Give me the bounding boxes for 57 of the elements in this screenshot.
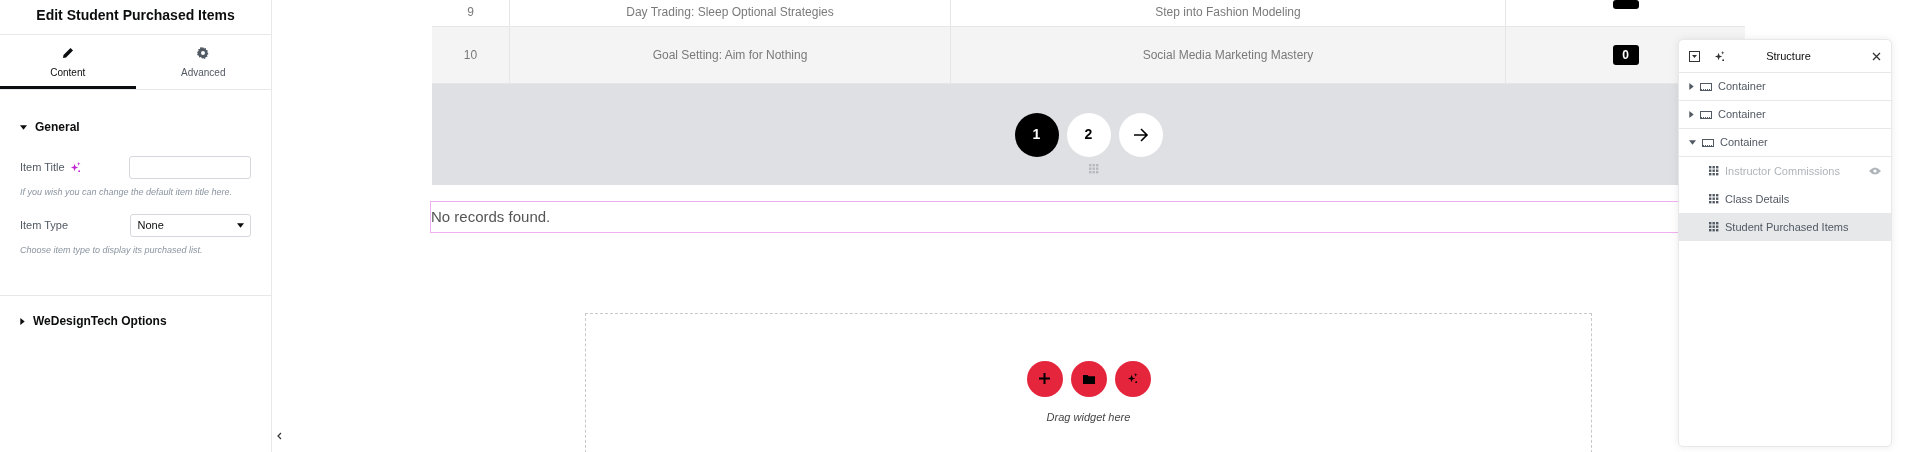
section-header[interactable]: General: [0, 118, 100, 136]
sparkle-icon: [1127, 373, 1138, 384]
ai-button[interactable]: [1114, 360, 1151, 397]
table-cell-text: Social Media Marketing Mastery: [1142, 47, 1314, 64]
field-label: Item Type: [20, 217, 69, 233]
tree-item[interactable]: Class Details: [1679, 185, 1891, 213]
sparkle-icon[interactable]: [1714, 50, 1725, 62]
ai-sparkle-icon[interactable]: [69, 162, 81, 173]
field-label: Item Title: [20, 160, 65, 176]
panel-title: Structure: [1765, 48, 1812, 64]
caret-right-icon: [1689, 83, 1694, 90]
table-cell-text: Step into Fashion Modeling: [1155, 4, 1301, 21]
tree-item[interactable]: Container: [1679, 129, 1891, 157]
template-button[interactable]: [1070, 360, 1107, 397]
caret-down-icon: [1689, 140, 1696, 145]
dropdown-caret-icon: [237, 222, 244, 228]
table-cell-text: 9: [467, 4, 474, 21]
caret-right-icon: [20, 317, 25, 325]
table-cell-text: Goal Setting: Aim for Nothing: [652, 47, 808, 64]
caret-down-icon: [20, 124, 27, 130]
tree-item[interactable]: Container: [1679, 101, 1891, 129]
add-button[interactable]: [1026, 360, 1063, 397]
drop-hint: Drag widget here: [1046, 409, 1131, 425]
drag-handle-icon[interactable]: [1088, 164, 1099, 174]
page-button[interactable]: 2: [1066, 112, 1111, 157]
drag-handle-icon: [1709, 166, 1719, 176]
count-badge: 0: [1612, 45, 1639, 65]
gear-icon: [197, 47, 210, 59]
arrow-right-icon: [1132, 127, 1149, 142]
container-icon: [1700, 110, 1712, 119]
tab[interactable]: Advanced: [135, 35, 271, 89]
collapse-toggle-icon[interactable]: [1689, 50, 1700, 62]
table-cell-text: Day Trading: Sleep Optional Strategies: [626, 4, 834, 21]
page-button[interactable]: 1: [1014, 112, 1059, 157]
caret-right-icon: [1689, 111, 1694, 118]
input-field[interactable]: [129, 156, 251, 179]
drag-handle-icon: [1709, 222, 1719, 232]
tree-item[interactable]: Container: [1679, 73, 1891, 101]
help-text: If you wish you can change the default item title here.: [19, 186, 234, 199]
empty-message: No records found.: [431, 207, 551, 227]
container-icon: [1702, 138, 1714, 147]
table-cell-text: 10: [463, 47, 478, 64]
count-badge: [1612, 0, 1639, 9]
plus-icon: [1039, 373, 1050, 384]
panel-title: Edit Student Purchased Items: [0, 0, 271, 35]
container-icon: [1700, 82, 1712, 91]
pencil-icon: [61, 47, 74, 59]
tree-item[interactable]: Student Purchased Items: [1679, 213, 1891, 241]
section-header[interactable]: WeDesignTech Options: [0, 312, 187, 330]
folder-icon: [1082, 373, 1095, 384]
close-icon[interactable]: [1872, 51, 1881, 61]
tab[interactable]: Content: [0, 35, 136, 89]
eye-icon: [1869, 167, 1881, 175]
drag-handle-icon: [1709, 194, 1719, 204]
chevron-left-icon: [276, 431, 282, 440]
help-text: Choose item type to display its purchased list.: [19, 243, 204, 257]
select-field[interactable]: None: [130, 213, 251, 237]
